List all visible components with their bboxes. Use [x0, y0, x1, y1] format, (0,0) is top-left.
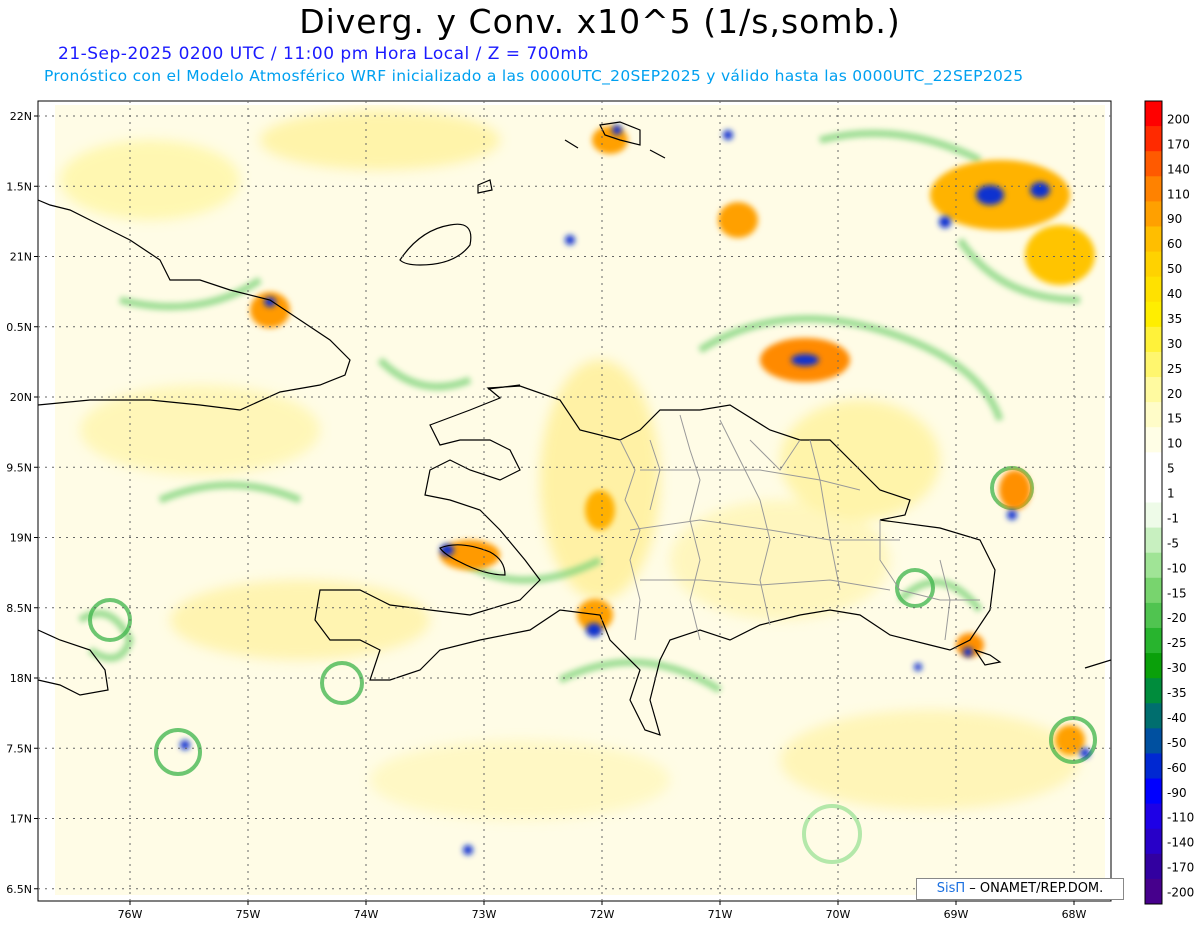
lat-tick-label: 7.5N — [6, 742, 32, 755]
colorbar-label: -110 — [1167, 811, 1194, 825]
colorbar-swatch — [1145, 577, 1162, 604]
lat-tick-label: 8.5N — [6, 602, 32, 615]
colorbar-label: -140 — [1167, 836, 1194, 850]
colorbar-label: 40 — [1167, 287, 1182, 301]
colorbar-swatch — [1145, 853, 1162, 880]
colorbar-swatch — [1145, 878, 1162, 905]
colorbar-swatch — [1145, 602, 1162, 629]
colorbar-label: -1 — [1167, 511, 1179, 525]
colorbar-label: -15 — [1167, 586, 1187, 600]
colorbar-swatch — [1145, 703, 1162, 729]
colorbar-swatch — [1145, 778, 1162, 805]
colorbar-swatch — [1145, 326, 1162, 353]
colorbar: 200 170 140 110 90 60 50 40 35 30 25 20 15 10 5 1 -1 -5 -1… — [1144, 100, 1194, 905]
lon-tick-label: 76W — [118, 908, 143, 921]
lon-tick-label: 71W — [708, 908, 733, 921]
colorbar-label: 90 — [1167, 212, 1182, 226]
colorbar-swatch — [1145, 627, 1162, 654]
colorbar-label: -35 — [1167, 686, 1187, 700]
colorbar-label: 30 — [1167, 337, 1182, 351]
colorbar-label: 25 — [1167, 362, 1182, 376]
lat-tick-label: 22N — [10, 110, 32, 123]
lon-tick-label: 69W — [944, 908, 969, 921]
colorbar-label: -30 — [1167, 661, 1187, 675]
colorbar-label: 1 — [1167, 487, 1175, 501]
colorbar-label: 60 — [1167, 237, 1182, 251]
colorbar-swatch — [1145, 301, 1162, 328]
colorbar-label: 140 — [1167, 162, 1190, 176]
lat-tick-label: 18N — [10, 672, 32, 685]
colorbar-label: -5 — [1167, 536, 1179, 550]
colorbar-swatch — [1145, 276, 1162, 303]
credit-text: – ONAMET/REP.DOM. — [969, 881, 1104, 896]
colorbar-label: 10 — [1167, 437, 1182, 451]
colorbar-swatch — [1145, 753, 1162, 780]
lon-tick-label: 73W — [472, 908, 497, 921]
colorbar-swatch — [1145, 351, 1162, 378]
colorbar-label: 170 — [1167, 137, 1190, 151]
lon-tick-label: 68W — [1062, 908, 1087, 921]
lat-tick-label: 9.5N — [6, 461, 32, 474]
lat-tick-label: 19N — [10, 532, 32, 545]
colorbar-label: 15 — [1167, 412, 1182, 426]
colorbar-swatch — [1145, 452, 1162, 478]
field-shading — [55, 105, 1105, 895]
colorbar-swatch — [1145, 226, 1162, 253]
lat-tick-label: 1.5N — [6, 180, 32, 193]
lat-tick-label: 20N — [10, 391, 32, 404]
colorbar-label: -50 — [1167, 736, 1187, 750]
lat-tick-label: 0.5N — [6, 321, 32, 334]
colorbar-swatch — [1145, 502, 1162, 529]
colorbar-swatch — [1145, 201, 1162, 227]
colorbar-label: -60 — [1167, 761, 1187, 775]
colorbar-label: -40 — [1167, 711, 1187, 725]
colorbar-swatch — [1145, 402, 1162, 428]
colorbar-swatch — [1145, 427, 1162, 453]
longitude-labels: 76W 75W 74W 73W 72W 71W 70W 69W 68W — [118, 901, 1087, 921]
lat-tick-label: 17N — [10, 813, 32, 826]
latitude-labels: 22N 1.5N 21N 0.5N 20N 9.5N 19N 8.5N 18N 7.5N 17N 6.… — [6, 110, 38, 896]
colorbar-label: -10 — [1167, 561, 1187, 575]
colorbar-swatch — [1145, 101, 1162, 127]
colorbar-swatch — [1145, 728, 1162, 754]
colorbar-label: 5 — [1167, 462, 1175, 476]
colorbar-label: 50 — [1167, 262, 1182, 276]
colorbar-label: -20 — [1167, 611, 1187, 625]
lat-tick-label: 21N — [10, 251, 32, 264]
sispi-logo: SisΠ — [936, 881, 966, 896]
colorbar-swatch — [1145, 527, 1162, 554]
colorbar-swatch — [1145, 176, 1162, 202]
colorbar-label: 200 — [1167, 113, 1190, 127]
colorbar-swatch — [1145, 477, 1162, 503]
colorbar-swatch — [1145, 828, 1162, 855]
credit-box: SisΠ – ONAMET/REP.DOM. — [916, 878, 1124, 900]
colorbar-label: -25 — [1167, 636, 1187, 650]
colorbar-swatch — [1145, 552, 1162, 579]
colorbar-swatch — [1145, 377, 1162, 403]
lat-tick-label: 6.5N — [6, 883, 32, 896]
colorbar-label: 35 — [1167, 312, 1182, 326]
colorbar-label: -200 — [1167, 886, 1194, 900]
colorbar-swatch — [1145, 151, 1162, 177]
colorbar-label: -90 — [1167, 786, 1187, 800]
colorbar-swatch — [1145, 803, 1162, 830]
colorbar-swatch — [1145, 126, 1162, 152]
colorbar-swatch — [1145, 678, 1162, 704]
divergence-map: 22N 1.5N 21N 0.5N 20N 9.5N 19N 8.5N 18N 7.5N 17N 6.… — [6, 100, 1194, 921]
colorbar-label: 20 — [1167, 387, 1182, 401]
colorbar-label: 110 — [1167, 187, 1190, 201]
lon-tick-label: 74W — [354, 908, 379, 921]
lon-tick-label: 72W — [590, 908, 615, 921]
lon-tick-label: 75W — [236, 908, 261, 921]
lon-tick-label: 70W — [826, 908, 851, 921]
colorbar-swatch — [1145, 251, 1162, 278]
colorbar-swatch — [1145, 653, 1162, 679]
colorbar-label: -170 — [1167, 861, 1194, 875]
